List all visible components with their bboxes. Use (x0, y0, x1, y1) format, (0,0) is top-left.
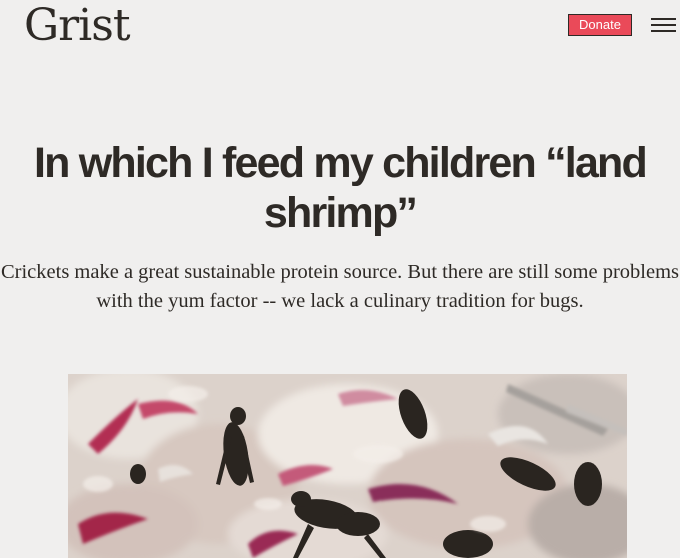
article-dek: Crickets make a great sustainable protei… (0, 261, 679, 312)
hero-image (68, 374, 627, 558)
grist-logo[interactable]: Grist (24, 0, 131, 52)
hamburger-menu-icon[interactable] (651, 18, 676, 32)
site-header: Grist Donate (0, 0, 680, 70)
hero-image-salad-with-crickets (68, 374, 627, 558)
article-headline: In which I feed my children “land shrimp… (34, 139, 648, 237)
donate-button[interactable]: Donate (568, 14, 632, 36)
